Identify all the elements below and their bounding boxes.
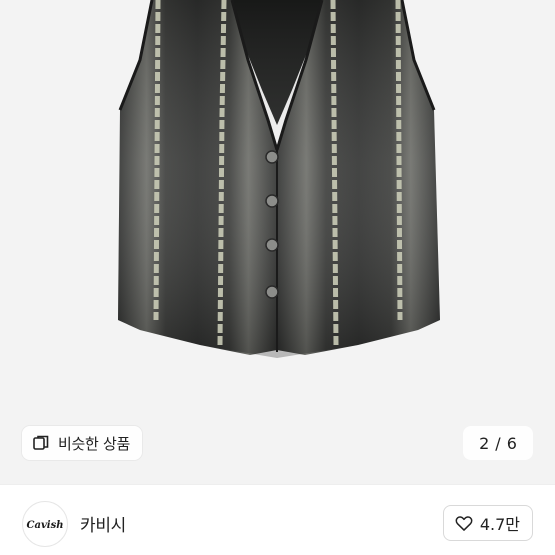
seller-bar: Cavish 카비시 4.7만	[0, 484, 555, 555]
similar-products-label: 비슷한 상품	[58, 434, 130, 453]
denim-vest-illustration	[0, 0, 555, 484]
heart-icon	[455, 516, 473, 531]
seller-logo-text: Cavish	[27, 520, 64, 531]
seller-avatar[interactable]: Cavish	[22, 501, 68, 547]
similar-products-button[interactable]: 비슷한 상품	[22, 426, 142, 460]
page-separator: /	[495, 433, 501, 453]
current-page: 2	[479, 433, 490, 453]
total-pages: 6	[506, 433, 517, 453]
similar-items-icon	[33, 435, 49, 450]
seller-name[interactable]: 카비시	[80, 511, 126, 536]
like-count: 4.7만	[479, 515, 520, 534]
product-image[interactable]: 비슷한 상품 2 / 6	[0, 0, 555, 484]
like-button[interactable]: 4.7만	[442, 505, 533, 541]
image-page-counter: 2 / 6	[463, 426, 533, 460]
product-screen: 비슷한 상품 2 / 6 Cavish 카비시 4.7만	[0, 0, 555, 555]
cavish-logo-icon: Cavish	[27, 520, 64, 531]
